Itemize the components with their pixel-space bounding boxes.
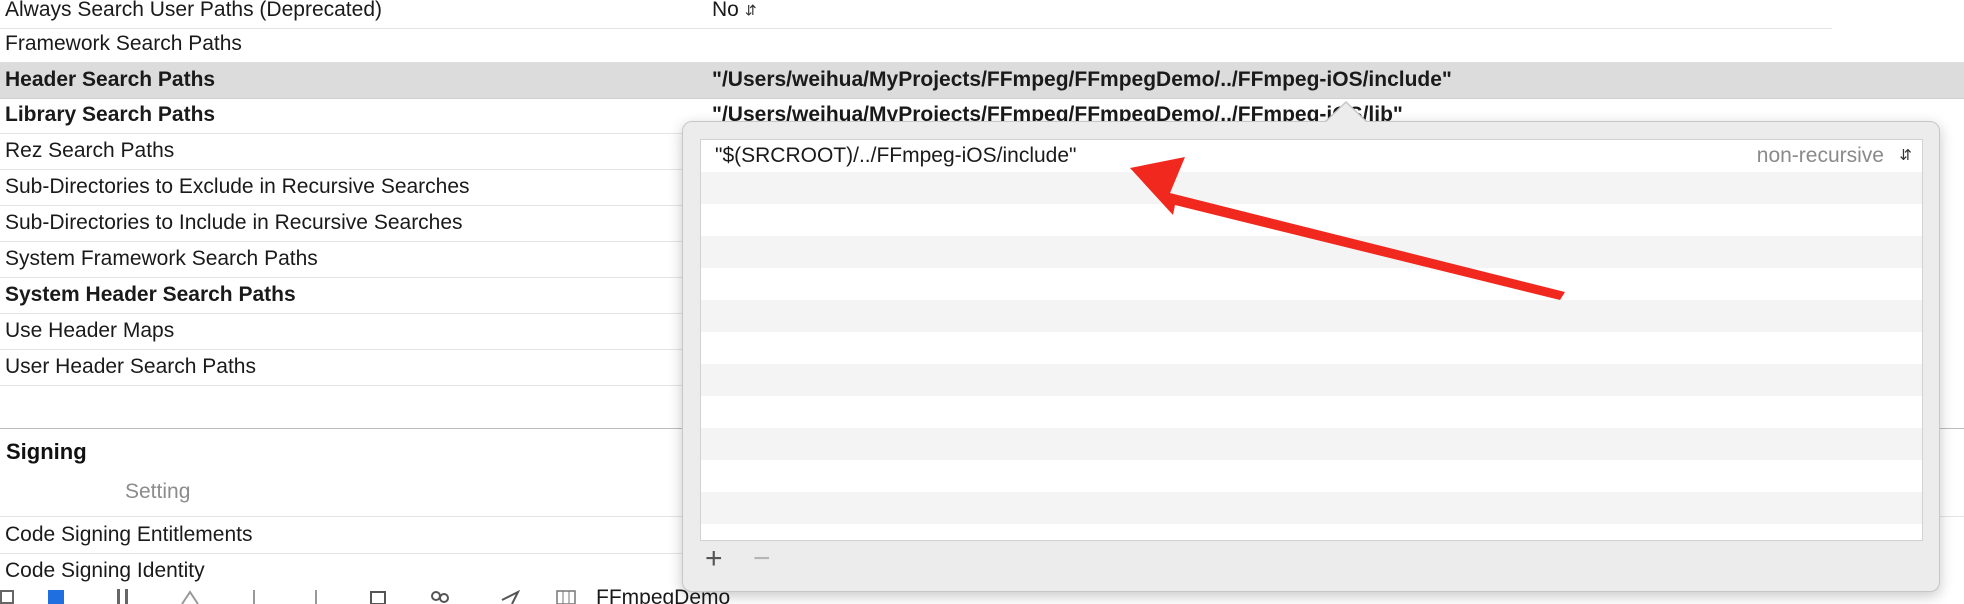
search-paths-list[interactable]: "$(SRCROOT)/../FFmpeg-iOS/include" non-r… xyxy=(700,139,1923,541)
setting-label: Sub-Directories to Include in Recursive … xyxy=(5,211,463,234)
plus-icon[interactable]: + xyxy=(705,544,723,574)
list-row-empty xyxy=(701,396,1922,428)
recursion-mode-popup[interactable]: non-recursive xyxy=(1757,140,1884,172)
column-header-setting[interactable]: Setting xyxy=(125,476,190,508)
up-down-chevron-icon[interactable]: ⇵ xyxy=(1899,148,1912,163)
setting-value-popup[interactable]: No ⇵ xyxy=(712,0,757,28)
setting-label: System Framework Search Paths xyxy=(5,247,318,270)
list-row-empty xyxy=(701,524,1922,540)
setting-label: Framework Search Paths xyxy=(5,32,242,55)
issue-icon[interactable] xyxy=(46,588,66,604)
list-row-empty xyxy=(701,428,1922,460)
test-icon[interactable] xyxy=(244,588,264,604)
setting-label: Always Search User Paths (Deprecated) xyxy=(5,0,382,21)
warning-icon[interactable] xyxy=(180,588,200,604)
setting-value[interactable]: "/Users/weihua/MyProjects/FFmpeg/FFmpegD… xyxy=(712,62,1452,98)
list-row-empty xyxy=(701,492,1922,524)
search-path-entry[interactable]: "$(SRCROOT)/../FFmpeg-iOS/include" non-r… xyxy=(701,140,1922,172)
setting-label: Library Search Paths xyxy=(5,103,216,126)
setting-label: Rez Search Paths xyxy=(5,139,175,162)
section-title-signing: Signing xyxy=(6,439,87,464)
list-row-empty xyxy=(701,236,1922,268)
send-icon[interactable] xyxy=(500,588,520,604)
setting-row-framework-search-paths[interactable]: Framework Search Paths xyxy=(0,26,1832,63)
breakpoint-icon[interactable] xyxy=(368,588,388,604)
list-row-empty xyxy=(701,332,1922,364)
setting-label: User Header Search Paths xyxy=(5,355,256,378)
setting-label: Code Signing Entitlements xyxy=(5,523,253,546)
search-path-value[interactable]: "$(SRCROOT)/../FFmpeg-iOS/include" xyxy=(715,140,1076,172)
setting-label: Use Header Maps xyxy=(5,319,175,342)
minus-icon[interactable]: − xyxy=(753,544,771,574)
setting-row-header-search-paths[interactable]: Header Search Paths "/Users/weihua/MyPro… xyxy=(0,62,1964,99)
list-row-empty xyxy=(701,268,1922,300)
list-row-empty xyxy=(701,300,1922,332)
setting-label: System Header Search Paths xyxy=(5,283,296,306)
setting-value: No xyxy=(712,0,739,21)
setting-label: Header Search Paths xyxy=(5,68,216,91)
setting-label: Sub-Directories to Exclude in Recursive … xyxy=(5,175,470,198)
debug-icon[interactable] xyxy=(306,588,326,604)
grid-icon[interactable] xyxy=(556,588,576,604)
setting-label: Code Signing Identity xyxy=(5,559,205,582)
search-paths-popover: "$(SRCROOT)/../FFmpeg-iOS/include" non-r… xyxy=(682,121,1940,592)
list-row-empty xyxy=(701,204,1922,236)
search-icon[interactable] xyxy=(114,588,134,604)
up-down-chevron-icon: ⇵ xyxy=(744,2,757,19)
list-row-empty xyxy=(701,172,1922,204)
setting-row-always-search-user-paths[interactable]: Always Search User Paths (Deprecated) No… xyxy=(0,0,1832,29)
report-icon[interactable] xyxy=(430,588,450,604)
list-row-empty xyxy=(701,460,1922,492)
folder-icon[interactable] xyxy=(0,588,20,604)
list-row-empty xyxy=(701,364,1922,396)
popover-arrow-fill xyxy=(1326,103,1366,122)
